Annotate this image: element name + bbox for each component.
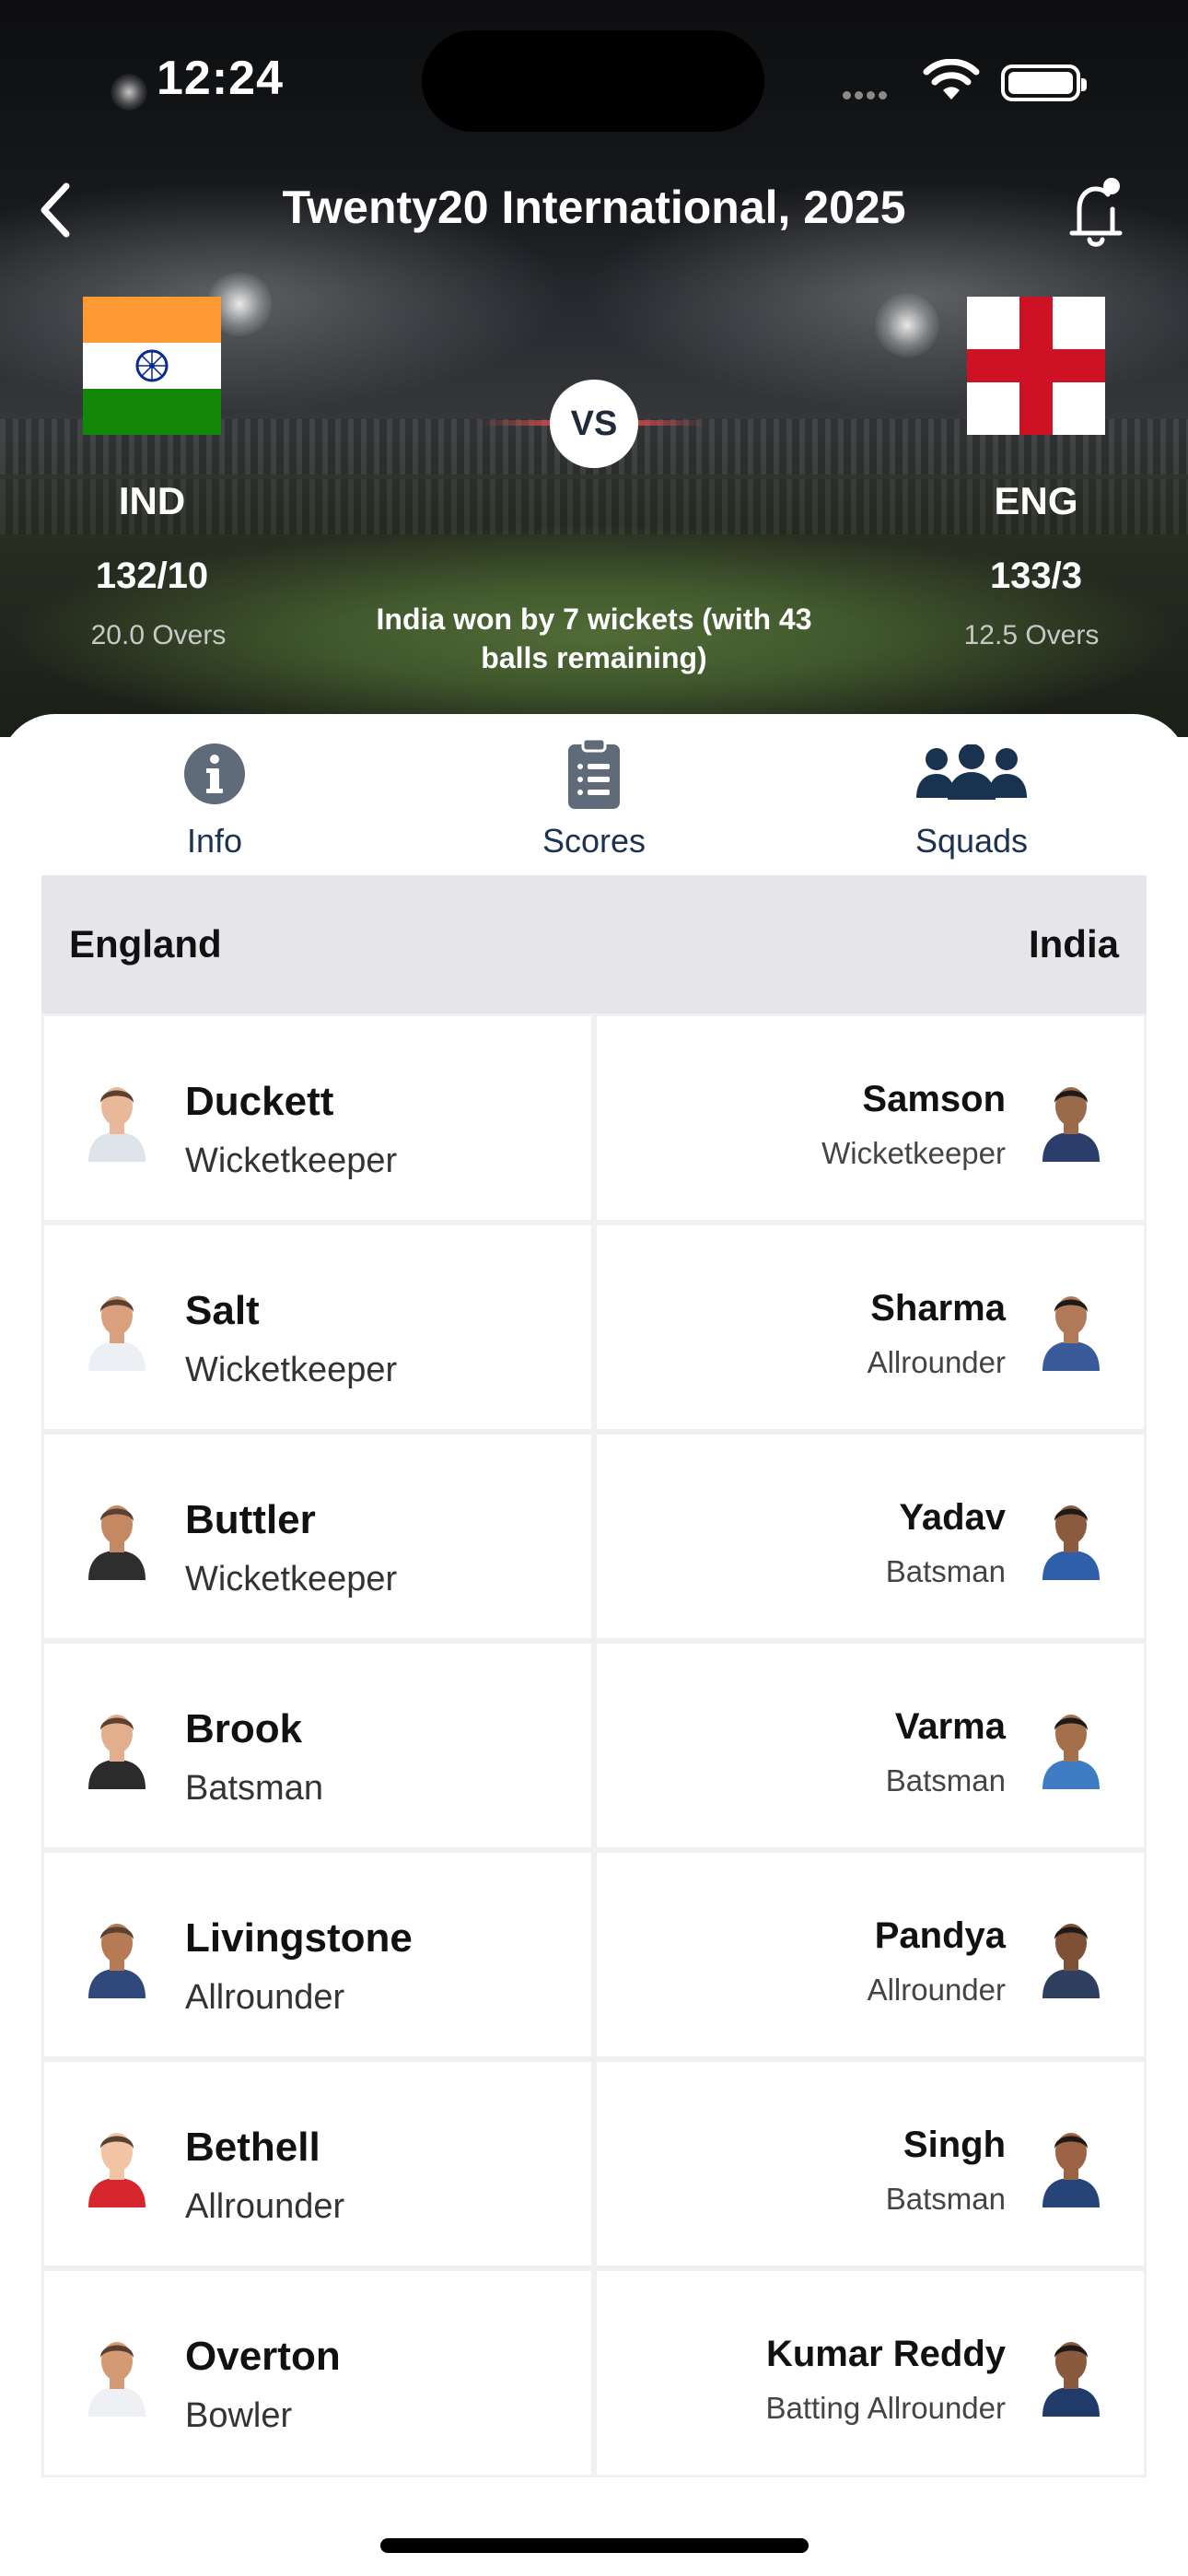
- player-role: Wicketkeeper: [185, 1142, 398, 1180]
- player-role: Bowler: [185, 2396, 293, 2435]
- player-name: Pandya: [874, 1915, 1006, 1956]
- home-indicator[interactable]: [380, 2538, 809, 2553]
- player-card-england[interactable]: Bethell Allrounder: [41, 2059, 594, 2268]
- player-role: Allrounder: [185, 1978, 345, 2017]
- player-name: Samson: [862, 1079, 1006, 1119]
- player-card-england[interactable]: Duckett Wicketkeeper: [41, 1013, 594, 1223]
- player-card-england[interactable]: Brook Batsman: [41, 1641, 594, 1850]
- team-left-code: IND: [118, 479, 186, 522]
- group-icon: [916, 744, 1027, 800]
- battery-icon: [1001, 64, 1087, 101]
- player-name: Buttler: [185, 1497, 316, 1542]
- avatar: [1035, 1915, 1107, 1998]
- avatar: [81, 1288, 153, 1371]
- signal-icon: [843, 88, 891, 104]
- team-left-overs: 20.0 Overs: [90, 620, 227, 650]
- squad-list: Duckett Wicketkeeper Samson Wicketkeeper Sal…: [41, 1013, 1147, 2477]
- squad-row: Brook Batsman Varma Batsman: [41, 1641, 1147, 1850]
- player-name: Overton: [185, 2334, 341, 2379]
- notification-button[interactable]: [1059, 170, 1133, 253]
- player-card-india[interactable]: Varma Batsman: [594, 1641, 1147, 1850]
- avatar: [1035, 2334, 1107, 2417]
- avatar: [1035, 1288, 1107, 1371]
- player-role: Batsman: [185, 1769, 323, 1808]
- dynamic-island: [422, 30, 764, 132]
- team-left-score: 132/10: [95, 556, 209, 596]
- squad-row: Overton Bowler Kumar Reddy Batting Allround…: [41, 2268, 1147, 2477]
- avatar: [81, 1706, 153, 1789]
- tab-scores[interactable]: Scores: [483, 737, 705, 875]
- player-card-india[interactable]: Sharma Allrounder: [594, 1223, 1147, 1432]
- squad-header-left-team: England: [69, 922, 222, 966]
- player-name: Yadav: [899, 1497, 1006, 1538]
- tab-label: Scores: [542, 822, 646, 860]
- squad-row: Livingstone Allrounder Pandya Allrounder: [41, 1850, 1147, 2059]
- player-name: Livingstone: [185, 1915, 413, 1961]
- avatar: [81, 1079, 153, 1162]
- player-name: Duckett: [185, 1079, 334, 1124]
- team-right-overs: 12.5 Overs: [963, 620, 1100, 650]
- player-name: Bethell: [185, 2125, 320, 2170]
- avatar: [1035, 1079, 1107, 1162]
- player-card-england[interactable]: Livingstone Allrounder: [41, 1850, 594, 2059]
- player-name: Brook: [185, 1706, 303, 1751]
- page-title: Twenty20 International, 2025: [282, 181, 906, 233]
- england-flag-icon: [967, 297, 1105, 435]
- player-name: Salt: [185, 1288, 260, 1333]
- player-card-india[interactable]: Samson Wicketkeeper: [594, 1013, 1147, 1223]
- player-role: Batsman: [885, 2182, 1006, 2216]
- player-card-india[interactable]: Pandya Allrounder: [594, 1850, 1147, 2059]
- tab-label: Squads: [914, 822, 1029, 860]
- squad-row: Salt Wicketkeeper Sharma Allrounder: [41, 1223, 1147, 1432]
- player-role: Wicketkeeper: [185, 1351, 398, 1389]
- player-role: Allrounder: [185, 2187, 345, 2226]
- player-card-england[interactable]: Overton Bowler: [41, 2268, 594, 2477]
- match-result: India won by 7 wickets (with 43 balls re…: [332, 601, 856, 677]
- avatar: [1035, 1497, 1107, 1580]
- bell-icon: [1069, 178, 1123, 247]
- squad-row: Buttler Wicketkeeper Yadav Batsman: [41, 1432, 1147, 1641]
- player-role: Wicketkeeper: [821, 1136, 1006, 1170]
- tab-squads[interactable]: Squads: [861, 737, 1082, 875]
- avatar: [81, 2334, 153, 2417]
- squad-header-right-team: India: [1028, 922, 1119, 966]
- player-card-england[interactable]: Salt Wicketkeeper: [41, 1223, 594, 1432]
- player-card-india[interactable]: Yadav Batsman: [594, 1432, 1147, 1641]
- squad-header: England India: [41, 875, 1147, 1013]
- avatar: [81, 2125, 153, 2207]
- tab-info[interactable]: Info: [104, 737, 325, 875]
- avatar: [1035, 1706, 1107, 1789]
- status-time: 12:24: [157, 52, 284, 105]
- squad-row: Duckett Wicketkeeper Samson Wicketkeeper: [41, 1013, 1147, 1223]
- squad-row: Bethell Allrounder Singh Batsman: [41, 2059, 1147, 2268]
- player-name: Singh: [903, 2125, 1006, 2165]
- player-name: Kumar Reddy: [765, 2334, 1006, 2374]
- player-name: Varma: [894, 1706, 1006, 1747]
- tab-label: Info: [186, 822, 243, 860]
- vs-badge: VS: [550, 380, 638, 468]
- player-card-england[interactable]: Buttler Wicketkeeper: [41, 1432, 594, 1641]
- player-card-india[interactable]: Singh Batsman: [594, 2059, 1147, 2268]
- team-right-score: 133/3: [989, 556, 1083, 596]
- match-result-line: balls remaining): [481, 640, 707, 674]
- player-role: Batsman: [885, 1554, 1006, 1588]
- player-card-india[interactable]: Kumar Reddy Batting Allrounder: [594, 2268, 1147, 2477]
- avatar: [81, 1915, 153, 1998]
- avatar: [1035, 2125, 1107, 2207]
- team-right-code: ENG: [994, 479, 1078, 522]
- player-role: Batsman: [885, 1763, 1006, 1797]
- match-result-line: India won by 7 wickets (with 43: [376, 603, 812, 636]
- avatar: [81, 1497, 153, 1580]
- player-role: Allrounder: [867, 1345, 1006, 1379]
- player-role: Batting Allrounder: [765, 2391, 1006, 2425]
- wifi-icon: [923, 58, 980, 108]
- player-role: Wicketkeeper: [185, 1560, 398, 1598]
- info-icon: [184, 744, 245, 804]
- india-flag-icon: [83, 297, 221, 435]
- player-name: Sharma: [870, 1288, 1006, 1329]
- clipboard-icon: [568, 737, 620, 809]
- player-role: Allrounder: [867, 1973, 1006, 2007]
